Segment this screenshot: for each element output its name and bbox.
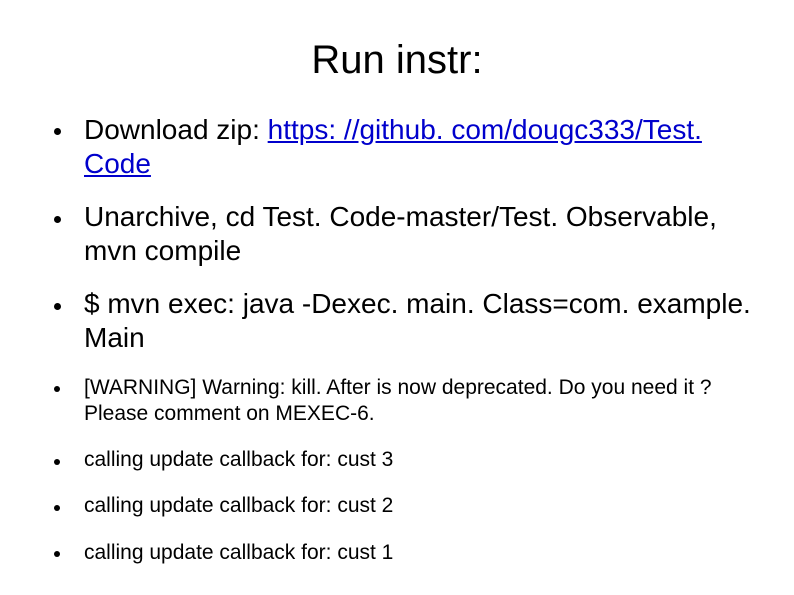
list-item-text: [WARNING] Warning: kill. After is now de…	[84, 376, 712, 425]
slide: Run instr: Download zip: https: //github…	[0, 0, 794, 595]
list-item: [WARNING] Warning: kill. After is now de…	[50, 375, 754, 428]
list-item-text: calling update callback for: cust 3	[84, 448, 393, 471]
list-item-text: Unarchive, cd Test. Code-master/Test. Ob…	[84, 201, 717, 266]
list-item: calling update callback for: cust 2	[50, 493, 754, 519]
list-item-text: Download zip:	[84, 114, 268, 145]
list-item: Download zip: https: //github. com/dougc…	[50, 113, 754, 180]
slide-title: Run instr:	[30, 38, 764, 83]
list-item-text: $ mvn exec: java -Dexec. main. Class=com…	[84, 288, 751, 353]
list-item-text: calling update callback for: cust 1	[84, 541, 393, 564]
list-item: calling update callback for: cust 3	[50, 447, 754, 473]
bullet-list: Download zip: https: //github. com/dougc…	[30, 113, 764, 566]
list-item: $ mvn exec: java -Dexec. main. Class=com…	[50, 287, 754, 354]
list-item: calling update callback for: cust 1	[50, 540, 754, 566]
list-item-text: calling update callback for: cust 2	[84, 494, 393, 517]
list-item: Unarchive, cd Test. Code-master/Test. Ob…	[50, 200, 754, 267]
